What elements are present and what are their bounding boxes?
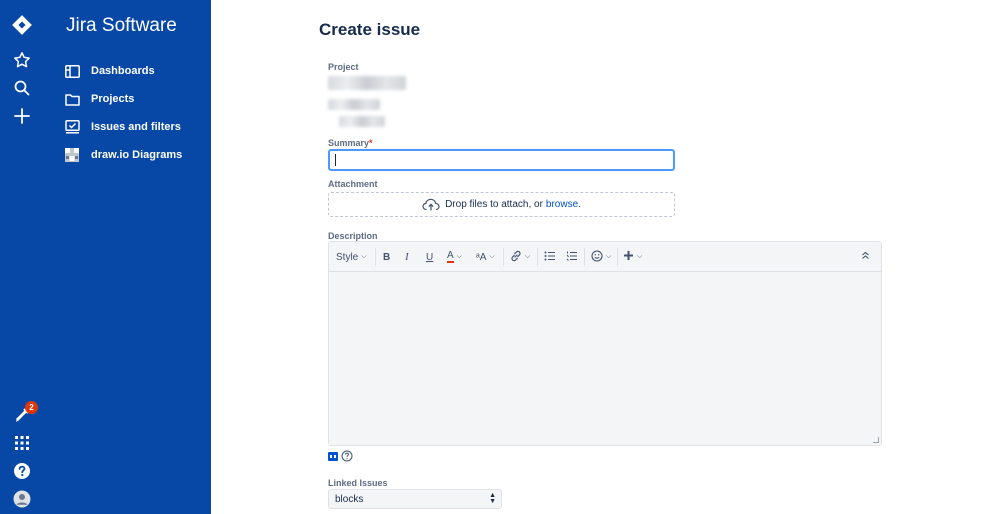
bold-button[interactable]: B	[383, 249, 390, 265]
project-label: Project	[328, 62, 359, 72]
toolbar-divider	[537, 248, 538, 266]
toolbar-divider	[584, 248, 585, 266]
star-icon[interactable]	[12, 50, 32, 70]
markdown-mode-icon[interactable]	[328, 451, 338, 461]
page-title: Create issue	[319, 20, 421, 39]
toolbar-divider	[503, 248, 504, 266]
sidebar-item-projects[interactable]: Projects	[64, 88, 134, 110]
plus-icon[interactable]	[12, 106, 32, 126]
project-key-redacted	[339, 116, 385, 127]
text-caret	[335, 154, 336, 166]
folder-icon	[64, 91, 80, 107]
editor-helpers	[328, 450, 353, 462]
sidebar-item-label: Dashboards	[91, 65, 155, 77]
sidebar-item-label: Issues and filters	[91, 121, 181, 133]
sidebar-item-label: draw.io Diagrams	[91, 149, 183, 161]
browse-link[interactable]: browse.	[546, 199, 581, 210]
description-label: Description	[328, 231, 378, 241]
summary-label: Summary*	[328, 138, 373, 148]
text-color-button[interactable]: A ⌵	[447, 249, 462, 265]
link-button[interactable]: ⌵	[510, 249, 530, 265]
help-icon[interactable]	[12, 461, 32, 481]
linked-issues-select[interactable]: blocks ▲ ▼	[328, 489, 502, 509]
linked-issues-label: Linked Issues	[328, 478, 388, 488]
description-editor: Style ⌵ B I U A ⌵ ᵃA ⌵ ⌵ ⌵ ⌵	[328, 241, 882, 446]
chevron-down-icon: ⌵	[456, 253, 462, 260]
sidebar-navigation: Jira Software Dashboards Projects Issues…	[44, 0, 211, 514]
help-circle-icon[interactable]	[341, 450, 353, 462]
text-size-icon: ᵃA	[476, 251, 487, 263]
chevron-down-icon: ⌵	[489, 253, 495, 260]
linked-issues-value: blocks	[335, 493, 364, 505]
sidebar-item-issues-and-filters[interactable]: Issues and filters	[64, 116, 181, 138]
product-title[interactable]: Jira Software	[66, 15, 177, 37]
numbered-list-button[interactable]	[566, 249, 578, 265]
attachment-dropzone[interactable]: Drop files to attach, or browse.	[328, 192, 675, 217]
upload-cloud-icon	[422, 198, 440, 211]
search-icon[interactable]	[12, 78, 32, 98]
profile-avatar-icon[interactable]	[12, 489, 32, 509]
drawio-icon	[64, 147, 80, 163]
jira-logo-icon[interactable]	[11, 14, 33, 36]
toolbar-divider	[617, 248, 618, 266]
bullet-list-button[interactable]	[544, 249, 556, 265]
double-chevron-up-icon	[861, 251, 870, 263]
style-label: Style	[336, 251, 359, 263]
insert-more-button[interactable]: ⌵	[623, 249, 642, 265]
create-issue-form: Create issue Project Summary* Attachment…	[211, 0, 998, 514]
editor-toolbar: Style ⌵ B I U A ⌵ ᵃA ⌵ ⌵ ⌵ ⌵	[329, 242, 881, 272]
bullet-list-icon	[544, 251, 556, 264]
notification-count-badge: 2	[25, 401, 38, 414]
collapse-toolbar-button[interactable]	[861, 249, 870, 265]
link-icon	[510, 250, 522, 265]
italic-button[interactable]: I	[405, 249, 409, 265]
dashboard-icon	[64, 63, 80, 79]
emoji-button[interactable]: ⌵	[591, 249, 611, 265]
summary-input[interactable]	[328, 149, 675, 171]
required-mark: *	[369, 138, 373, 148]
attachment-instructions: Drop files to attach, or	[445, 199, 543, 210]
select-arrows-icon: ▲ ▼	[489, 492, 496, 505]
chevron-down-icon: ⌵	[637, 253, 643, 260]
emoji-icon	[591, 249, 603, 265]
attachment-label: Attachment	[328, 179, 378, 189]
underline-button[interactable]: U	[426, 249, 433, 265]
toolbar-divider	[375, 248, 376, 266]
resize-handle-icon[interactable]	[873, 437, 879, 443]
chevron-down-icon: ⌵	[525, 253, 531, 260]
global-navigation-rail: 2	[0, 0, 44, 514]
style-dropdown[interactable]: Style ⌵	[336, 249, 367, 265]
text-size-button[interactable]: ᵃA ⌵	[476, 249, 495, 265]
chevron-down-icon: ⌵	[361, 253, 367, 260]
plus-icon	[623, 250, 634, 264]
issues-icon	[64, 119, 80, 135]
sidebar-item-dashboards[interactable]: Dashboards	[64, 60, 155, 82]
numbered-list-icon	[566, 251, 578, 264]
app-switcher-icon[interactable]	[12, 433, 32, 453]
project-avatar-redacted	[328, 76, 406, 90]
sidebar-item-drawio-diagrams[interactable]: draw.io Diagrams	[64, 144, 182, 166]
summary-label-text: Summary	[328, 138, 370, 148]
text-color-a-icon: A	[447, 250, 454, 263]
sidebar-item-label: Projects	[91, 93, 135, 105]
description-textarea[interactable]	[329, 273, 881, 445]
project-name-redacted	[328, 99, 380, 110]
chevron-down-icon: ⌵	[606, 253, 612, 260]
